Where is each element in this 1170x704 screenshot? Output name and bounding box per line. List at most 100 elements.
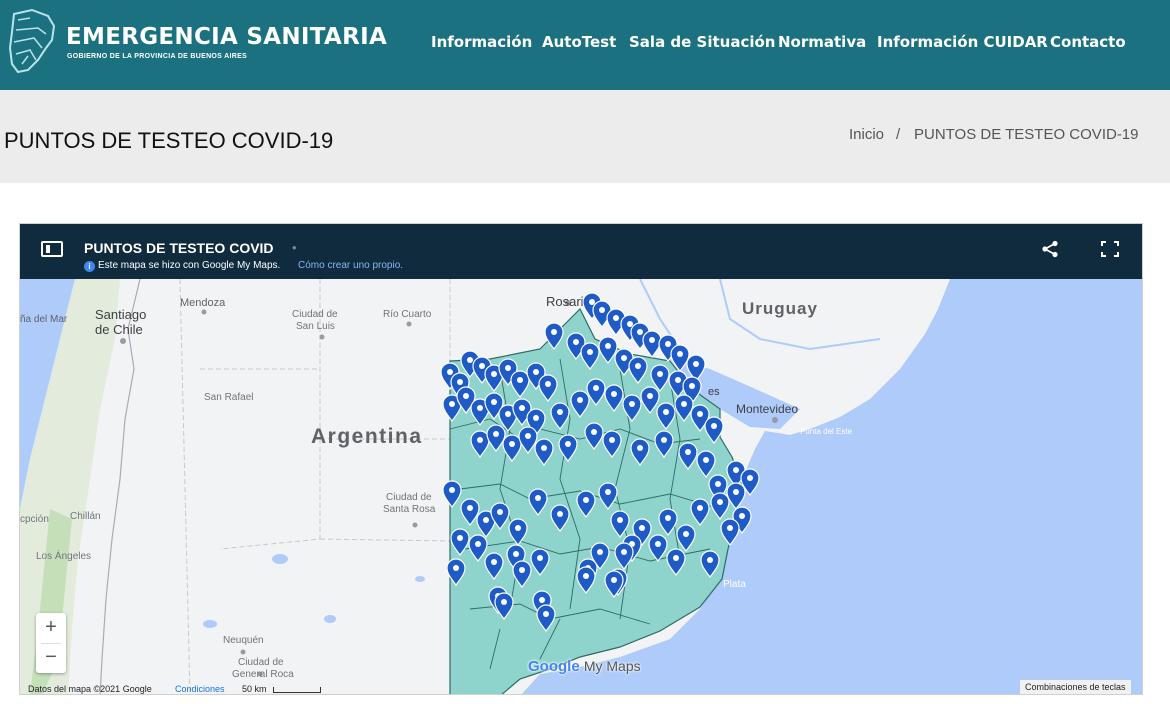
map-pin-dot	[533, 369, 539, 375]
map-pin-dot	[533, 415, 539, 421]
map-label-neuquen: Neuquén	[223, 635, 264, 646]
map-label-mar-del-plata: Plata	[723, 579, 746, 590]
fullscreen-icon[interactable]	[1101, 241, 1119, 257]
city-dot	[319, 334, 325, 340]
map-pin-dot	[557, 409, 563, 415]
google-my-maps-logo: Google My Maps	[528, 658, 641, 675]
map-pin-dot	[677, 351, 683, 357]
zoom-in-button[interactable]: +	[36, 613, 66, 643]
map-label-santa-rosa-1: Ciudad de	[386, 492, 432, 503]
map-pin-dot	[505, 365, 511, 371]
map-pin-dot	[577, 397, 583, 403]
map-pin-dot	[605, 343, 611, 349]
map-pin-dot	[491, 559, 497, 565]
brand-subtitle: GOBIERNO DE LA PROVINCIA DE BUENOS AIRES	[67, 53, 248, 60]
map-pin-dot	[627, 321, 633, 327]
map-pin-dot	[685, 449, 691, 455]
map-pin-dot	[629, 401, 635, 407]
map-pin-dot	[611, 391, 617, 397]
zoom-controls: + −	[36, 613, 66, 673]
create-map-link[interactable]: Cómo crear uno propio.	[298, 260, 403, 271]
map-pin-dot	[665, 341, 671, 347]
map-pin-dot	[515, 525, 521, 531]
map-label-mendoza: Mendoza	[180, 297, 226, 309]
map-pin-dot	[605, 489, 611, 495]
map-label-santa-rosa-2: Santa Rosa	[383, 504, 436, 515]
zoom-out-button[interactable]: −	[36, 643, 66, 673]
info-icon: i	[84, 261, 95, 272]
map-pin-dot	[457, 535, 463, 541]
map-pin-dot	[541, 445, 547, 451]
map-pin-dot	[617, 517, 623, 523]
brand-title[interactable]: EMERGENCIA SANITARIA	[66, 24, 387, 50]
map-attribution: Datos del mapa ©2021 Google	[28, 684, 152, 694]
map-label-san-rafael: San Rafael	[204, 392, 253, 403]
map-label-los-angeles: Los Ángeles	[36, 549, 91, 562]
map-pin-dot	[647, 393, 653, 399]
breadcrumb-separator: /	[896, 126, 901, 143]
map-pin-dot	[497, 509, 503, 515]
nav-item-contacto[interactable]: Contacto	[1050, 33, 1126, 51]
map-pin-dot	[517, 377, 523, 383]
my-maps-logo-text: My Maps	[583, 658, 641, 674]
map-canvas[interactable]: Uruguay Argentina Montevideo Mendoza Ros…	[20, 279, 1143, 695]
scale-label[interactable]: 50 km	[242, 684, 267, 694]
map-pin-dot	[583, 573, 589, 579]
map-pin-dot	[599, 307, 605, 313]
nav-item-sala-de-situacion[interactable]: Sala de Situación	[629, 33, 775, 51]
scale-bar	[273, 687, 321, 693]
map-label-punta-del-este: Punta del Este	[800, 427, 853, 436]
map-pin-dot	[707, 557, 713, 563]
map-pin-dot	[551, 329, 557, 335]
map-pin-dot	[557, 511, 563, 517]
map-pin-dot	[513, 551, 519, 557]
province-map-logo-icon[interactable]	[8, 8, 58, 74]
map-pin-dot	[449, 401, 455, 407]
map-label-vina-del-mar: ña del Mar	[20, 314, 68, 325]
map-pin-dot	[491, 371, 497, 377]
map-pin-dot	[589, 299, 595, 305]
map-pin-dot	[447, 369, 453, 375]
map-pin-dot	[479, 363, 485, 369]
city-dot	[412, 522, 418, 528]
map-pin-dot	[739, 513, 745, 519]
embedded-map[interactable]: Uruguay Argentina Montevideo Mendoza Ros…	[19, 223, 1143, 695]
map-info-text: Este mapa se hizo con Google My Maps.	[98, 260, 281, 271]
conditions-link[interactable]: Condiciones	[175, 684, 225, 694]
nav-item-autotest[interactable]: AutoTest	[542, 33, 616, 51]
map-pin-dot	[501, 599, 507, 605]
map-pin-dot	[681, 401, 687, 407]
map-pin-dot	[693, 361, 699, 367]
map-pin-dot	[483, 517, 489, 523]
map-pin-dot	[491, 399, 497, 405]
map-pin-dot	[587, 349, 593, 355]
map-pin-dot	[591, 429, 597, 435]
city-dot	[240, 649, 246, 655]
map-pin-dot	[535, 495, 541, 501]
map-pin-dot	[661, 437, 667, 443]
nav-item-informacion[interactable]: Información	[431, 33, 532, 51]
map-pin-dot	[637, 329, 643, 335]
map-pin-dot	[609, 437, 615, 443]
map-pin-dot	[475, 541, 481, 547]
map-pin-dot	[525, 433, 531, 439]
map-label-rio-cuarto: Río Cuarto	[383, 309, 432, 320]
share-icon[interactable]	[1041, 240, 1059, 258]
panel-toggle-icon[interactable]	[41, 241, 63, 257]
breadcrumb-inicio-link[interactable]: Inicio	[849, 126, 884, 143]
city-dot	[772, 417, 778, 423]
map-pin-dot	[449, 487, 455, 493]
map-pin-dot	[519, 567, 525, 573]
map-pin-dot	[715, 481, 721, 487]
map-pin-dot	[727, 525, 733, 531]
map-pin-dot	[683, 531, 689, 537]
nav-item-informacion-cuidar[interactable]: Información CUIDAR	[877, 33, 1048, 51]
map-pin-dot	[649, 337, 655, 343]
map-pin-dot	[543, 611, 549, 617]
keyboard-shortcuts-button[interactable]: Combinaciones de teclas	[1020, 680, 1131, 694]
nav-item-normativa[interactable]: Normativa	[778, 33, 866, 51]
map-pin-dot	[655, 541, 661, 547]
map-pin-dot	[663, 409, 669, 415]
map-pin-dot	[675, 377, 681, 383]
map-pin-dot	[703, 457, 709, 463]
